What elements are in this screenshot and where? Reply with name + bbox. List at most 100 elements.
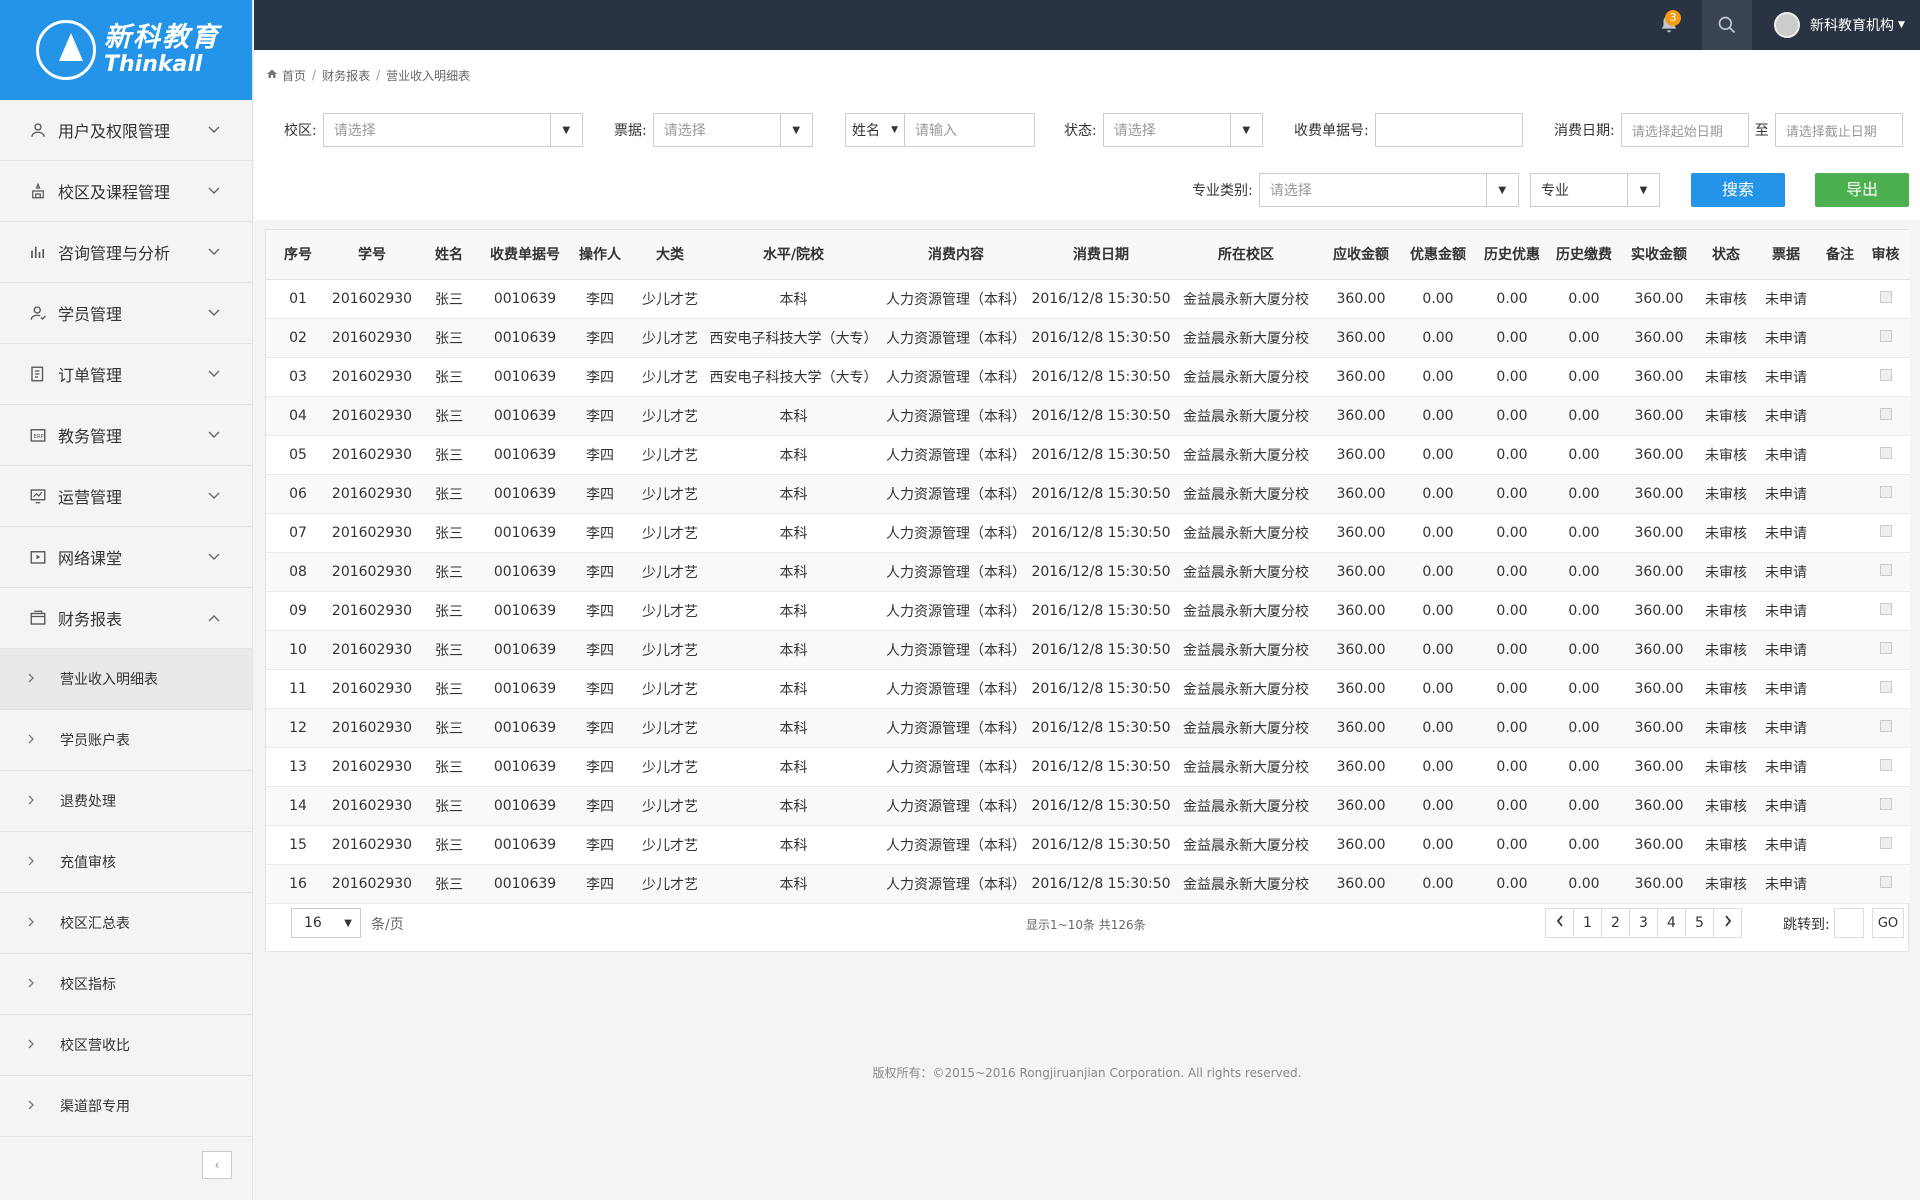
sidebar-item-2[interactable]: 咨询管理与分析 [0,222,252,283]
sidebar-subitem-2[interactable]: 退费处理 [0,771,252,832]
table-row: 08 201602930 张三 0010639 李四 少儿才艺 本科 人力资源管理（本科） 20… [266,552,1910,592]
campus-select[interactable]: 请选择 ▼ [322,113,583,147]
sidebar-subitem-5[interactable]: 校区指标 [0,954,252,1015]
table-cell: 03 [266,357,330,397]
audit-checkbox[interactable] [1879,563,1892,576]
breadcrumb-finance[interactable]: 财务报表 [322,67,370,84]
table-cell: 人力资源管理（本科） [881,318,1031,358]
sidebar-item-6[interactable]: 运营管理 [0,466,252,527]
revenue-table-panel: 序号 学号 姓名 收费单据号 操作人 大类 水平/院校 消费内容 消费日期 所在校区 应收金额 优惠金… [265,229,1910,952]
user-menu[interactable]: 新科教育机构 ▼ [1774,0,1905,50]
sidebar-subitem-4[interactable]: 校区汇总表 [0,893,252,954]
table-cell: 07 [266,513,330,553]
sidebar-item-1[interactable]: 校区及课程管理 [0,161,252,222]
table-cell: 0.00 [1475,747,1549,787]
sidebar-subitem-6[interactable]: 校区营收比 [0,1015,252,1076]
sidebar-item-label: 学员管理 [58,305,123,324]
audit-checkbox[interactable] [1879,719,1892,732]
search-icon[interactable] [1702,0,1752,50]
page-size-select[interactable]: 16 ▼ [291,908,361,938]
sidebar-subitem-label: 充值审核 [60,855,116,871]
audit-checkbox[interactable] [1879,329,1892,342]
sidebar-item-3[interactable]: 学员管理 [0,283,252,344]
table-cell: 金益晨永新大厦分校 [1171,825,1321,865]
table-cell: 本科 [706,279,881,319]
ticket-select[interactable]: 请选择 ▼ [652,113,813,147]
pagination-bar: 16 ▼ 条/页 显示1~10条 共126条 12345 跳转到: GO [266,896,1908,952]
date-start-input[interactable]: 请选择起始日期 [1620,113,1749,147]
receipt-input[interactable] [1374,113,1523,147]
major-select[interactable]: 专业 ▼ [1530,173,1660,207]
table-cell: 201602930 [330,318,414,358]
brand-logo[interactable]: 新科教育 Thinkall [0,0,252,100]
next-page-button[interactable] [1713,908,1742,938]
audit-checkbox[interactable] [1879,836,1892,849]
sidebar-subitem-3[interactable]: 充值审核 [0,832,252,893]
table-row: 07 201602930 张三 0010639 李四 少儿才艺 本科 人力资源管理（本科） 20… [266,513,1910,553]
page-button[interactable]: 2 [1601,908,1630,938]
caret-down-icon: ▼ [1898,20,1905,30]
sidebar-subitem-7[interactable]: 渠道部专用 [0,1076,252,1137]
audit-checkbox[interactable] [1879,524,1892,537]
status-select[interactable]: 请选择 ▼ [1102,113,1263,147]
sidebar-subitem-1[interactable]: 学员账户表 [0,710,252,771]
table-cell: 金益晨永新大厦分校 [1171,513,1321,553]
sidebar-subitem-0[interactable]: 营业收入明细表 [0,649,252,710]
collapse-sidebar-button[interactable]: ‹ [202,1151,232,1179]
audit-checkbox[interactable] [1879,797,1892,810]
jump-page-input[interactable] [1834,908,1864,938]
major-type-select[interactable]: 请选择 ▼ [1258,173,1519,207]
column-header: 姓名 [414,230,484,280]
table-cell: 人力资源管理（本科） [881,396,1031,436]
go-button[interactable]: GO [1872,908,1904,938]
page-button[interactable]: 5 [1685,908,1714,938]
sidebar-item-label: 教务管理 [58,427,123,446]
table-cell: 0.00 [1401,786,1475,826]
table-cell: 0.00 [1401,825,1475,865]
sidebar-item-0[interactable]: 用户及权限管理 [0,100,252,161]
table-cell: 张三 [414,435,484,475]
sidebar-item-7[interactable]: 网络课堂 [0,527,252,588]
table-cell: 14 [266,786,330,826]
table-cell: 0.00 [1549,825,1619,865]
sidebar-item-8[interactable]: 财务报表 [0,588,252,649]
page-button[interactable]: 4 [1657,908,1686,938]
sidebar-item-4[interactable]: 订单管理 [0,344,252,405]
table-cell: 张三 [414,552,484,592]
table-cell: 人力资源管理（本科） [881,435,1031,475]
audit-checkbox[interactable] [1879,875,1892,888]
page-button[interactable]: 3 [1629,908,1658,938]
audit-checkbox[interactable] [1879,290,1892,303]
table-cell: 李四 [566,318,634,358]
sidebar-item-5[interactable]: ERP 教务管理 [0,405,252,466]
audit-checkbox[interactable] [1879,602,1892,615]
table-cell: 张三 [414,630,484,670]
audit-checkbox[interactable] [1879,407,1892,420]
name-type-select[interactable]: 姓名 ▼ [845,113,905,147]
table-cell: 0.00 [1475,279,1549,319]
audit-checkbox[interactable] [1879,368,1892,381]
table-cell: 未审核 [1699,357,1753,397]
audit-checkbox[interactable] [1879,758,1892,771]
search-button[interactable]: 搜索 [1691,173,1785,207]
date-label: 消费日期: [1554,123,1615,139]
table-row: 09 201602930 张三 0010639 李四 少儿才艺 本科 人力资源管理（本科） 20… [266,591,1910,631]
prev-page-button[interactable] [1545,908,1574,938]
date-end-input[interactable]: 请选择截止日期 [1774,113,1903,147]
table-cell: 0.00 [1401,396,1475,436]
breadcrumb-home[interactable]: 首页 [282,67,306,84]
audit-checkbox[interactable] [1879,641,1892,654]
audit-checkbox[interactable] [1879,446,1892,459]
page-button[interactable]: 1 [1573,908,1602,938]
name-input[interactable]: 请输入 [904,113,1035,147]
column-header: 备注 [1819,230,1861,280]
erp-icon: ERP [28,425,48,445]
table-cell: 未申请 [1753,591,1819,631]
export-button[interactable]: 导出 [1815,173,1909,207]
sidebar-nav: 用户及权限管理 校区及课程管理 咨询管理与分析学员管理订单管理 ERP 教务管理运营管理… [0,100,252,649]
table-cell: 2016/12/8 15:30:50 [1031,474,1171,514]
table-cell: 0.00 [1549,357,1619,397]
audit-checkbox[interactable] [1879,485,1892,498]
table-cell: 201602930 [330,591,414,631]
audit-checkbox[interactable] [1879,680,1892,693]
